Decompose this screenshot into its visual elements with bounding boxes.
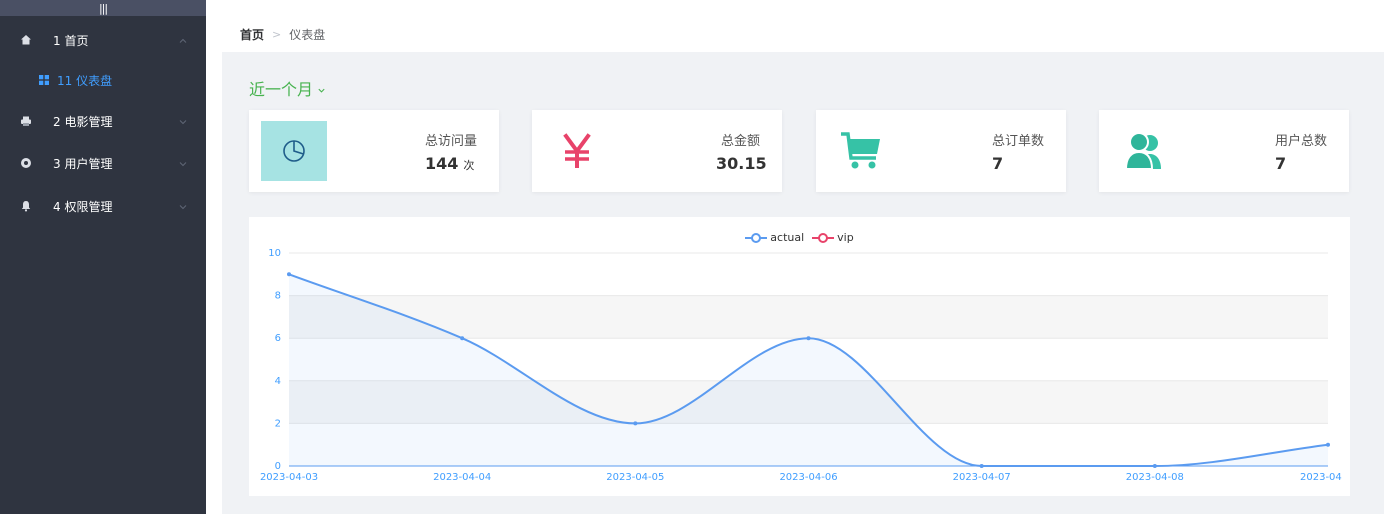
- stat-value: 30.15: [716, 154, 767, 173]
- legend-marker: [745, 232, 768, 243]
- stat-label: 总订单数: [991, 134, 1044, 149]
- stat-number: 7: [992, 154, 1004, 173]
- x-tick-label: 2023-04-06: [779, 472, 837, 483]
- sidebar-item-label: 2 电影管理: [53, 114, 113, 129]
- sidebar-item-label: 11 仪表盘: [57, 73, 113, 88]
- stat-label: 总访问量: [424, 134, 477, 149]
- chevron-down-icon: [317, 80, 326, 99]
- breadcrumb-home-link[interactable]: 首页: [240, 26, 264, 43]
- data-point: [287, 272, 291, 277]
- y-tick-label: 2: [275, 418, 281, 429]
- sidebar: ||| 1 首页 11 仪表盘 2 电影管理 3 用户管理 4 权限管理: [0, 0, 206, 514]
- stat-number: 7: [1275, 154, 1287, 173]
- data-point: [1326, 442, 1330, 447]
- home-icon: [20, 34, 32, 46]
- legend-marker: [812, 232, 835, 243]
- sidebar-collapse-toggle[interactable]: |||: [0, 0, 206, 16]
- x-tick-label: 2023-04-07: [953, 472, 1011, 483]
- stat-card-users: 用户总数 7: [1099, 110, 1349, 192]
- stat-card-amount: 总金额 30.15: [532, 110, 782, 192]
- stat-unit: 次: [463, 159, 475, 172]
- stat-label: 用户总数: [1274, 134, 1327, 149]
- chart-panel: 0 2 4 6 8 10 2023-04-03 2023-04-04 2023-04-05 202…: [249, 217, 1350, 496]
- y-tick-label: 0: [275, 461, 281, 472]
- x-tick-label: 2023-04-04: [433, 472, 491, 483]
- stat-card-visits: 总访问量 144 次: [249, 110, 499, 192]
- breadcrumb-separator: >: [272, 27, 282, 41]
- chevron-down-icon: [178, 154, 188, 173]
- stat-value: 7: [992, 154, 1003, 173]
- stat-label: 总金额: [720, 134, 760, 149]
- collapse-glyph: |||: [98, 1, 108, 15]
- legend-item-vip[interactable]: vip: [812, 231, 854, 244]
- stat-number: 144: [425, 154, 459, 173]
- y-tick-label: 10: [268, 248, 281, 259]
- x-tick-label: 2023-04-08: [1126, 472, 1184, 483]
- y-tick-label: 4: [275, 376, 281, 387]
- date-range-select[interactable]: 近一个月: [249, 76, 326, 100]
- breadcrumb: 首页 > 仪表盘: [240, 24, 325, 44]
- sidebar-item-label: 4 权限管理: [53, 199, 113, 214]
- sidebar-item-permissions[interactable]: 4 权限管理: [0, 186, 206, 226]
- sidebar-item-dashboard[interactable]: 11 仪表盘: [0, 60, 206, 100]
- sidebar-item-users[interactable]: 3 用户管理: [0, 143, 206, 183]
- data-point: [460, 336, 465, 341]
- stat-value: 7: [1275, 154, 1286, 173]
- dashboard-grid-icon: [38, 74, 50, 86]
- bell-icon: [20, 200, 32, 212]
- sidebar-item-label: 3 用户管理: [53, 156, 113, 171]
- data-point: [633, 421, 638, 426]
- breadcrumb-current: 仪表盘: [289, 27, 326, 42]
- data-point: [1152, 464, 1157, 468]
- y-tick-label: 8: [275, 291, 281, 302]
- legend-label: actual: [770, 231, 805, 244]
- stat-value: 144 次: [425, 154, 474, 173]
- x-tick-label: 2023-04-03: [260, 472, 318, 483]
- chevron-down-icon: [178, 112, 188, 131]
- sidebar-item-home[interactable]: 1 首页: [0, 20, 206, 60]
- users-icon: [1111, 121, 1177, 181]
- legend-item-actual[interactable]: actual: [745, 231, 804, 244]
- chevron-up-icon: [178, 31, 188, 50]
- data-point: [806, 336, 811, 341]
- y-tick-label: 6: [275, 333, 281, 344]
- stat-card-orders: 总订单数 7: [816, 110, 1066, 192]
- line-chart: 0 2 4 6 8 10 2023-04-03 2023-04-04 2023-04-05 202…: [260, 248, 1342, 483]
- chart-legend: actual vip: [249, 231, 1350, 244]
- settings-circle-icon: [20, 157, 32, 169]
- stat-number: 30.15: [716, 154, 767, 173]
- legend-label: vip: [837, 231, 854, 244]
- date-range-value: 近一个月: [249, 80, 314, 99]
- yen-icon: [544, 121, 610, 181]
- chevron-down-icon: [178, 197, 188, 216]
- pie-chart-icon: [261, 121, 327, 181]
- x-tick-label: 2023-04-05: [606, 472, 664, 483]
- data-point: [979, 464, 984, 468]
- sidebar-item-movies[interactable]: 2 电影管理: [0, 101, 206, 141]
- shopping-cart-icon: [828, 121, 894, 181]
- sidebar-item-label: 1 首页: [53, 33, 89, 48]
- x-tick-label: 2023-04: [1300, 472, 1342, 483]
- printer-icon: [20, 115, 32, 127]
